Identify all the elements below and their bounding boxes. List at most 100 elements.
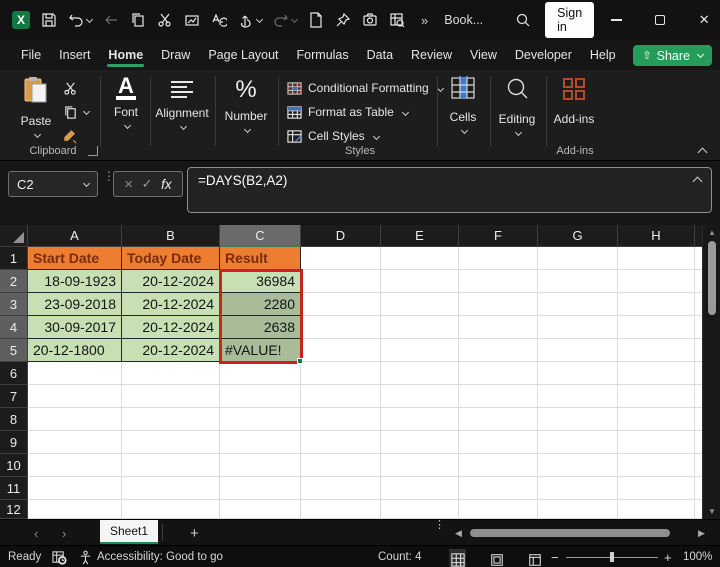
cell-A11[interactable]	[28, 477, 122, 500]
minimize-button[interactable]	[594, 0, 638, 40]
cell-E6[interactable]	[381, 362, 459, 385]
pin-icon[interactable]	[334, 12, 351, 29]
cell-C12[interactable]	[220, 500, 301, 519]
format-painter-button[interactable]	[62, 128, 78, 144]
row-header-10[interactable]: 10	[0, 454, 28, 477]
next-sheet-icon[interactable]: ›	[62, 520, 66, 546]
cell-G4[interactable]	[538, 316, 618, 339]
cell-H10[interactable]	[618, 454, 695, 477]
cell-E3[interactable]	[381, 293, 459, 316]
cell-G10[interactable]	[538, 454, 618, 477]
scroll-down-icon[interactable]: ▼	[703, 507, 720, 516]
touch-mode-dropdown-chevron[interactable]	[255, 15, 264, 23]
name-box-dropdown-chevron[interactable]	[82, 179, 91, 187]
cell-D10[interactable]	[301, 454, 381, 477]
formula-input[interactable]: =DAYS(B2,A2)	[187, 167, 712, 213]
cell-D2[interactable]	[301, 270, 381, 293]
cell-A3[interactable]: 23-09-2018	[28, 293, 122, 316]
cell-H5[interactable]	[618, 339, 695, 362]
column-header-A[interactable]: A	[28, 225, 122, 247]
row-header-2[interactable]: 2	[0, 270, 28, 293]
cell-E10[interactable]	[381, 454, 459, 477]
cell-H3[interactable]	[618, 293, 695, 316]
cell-D8[interactable]	[301, 408, 381, 431]
clipboard-dialog-launcher[interactable]	[88, 146, 98, 156]
accessibility-icon[interactable]	[78, 546, 93, 567]
ribbon-collapse-chevron[interactable]	[697, 147, 708, 158]
page-break-view-button[interactable]	[526, 549, 543, 567]
qat-overflow-icon[interactable]: »	[421, 13, 428, 28]
redo-dropdown-chevron[interactable]	[290, 15, 299, 23]
cell-E2[interactable]	[381, 270, 459, 293]
ribbon-tab-insert[interactable]: Insert	[50, 42, 99, 69]
addins-button[interactable]: Add-ins	[548, 76, 600, 126]
column-header-C[interactable]: C	[220, 225, 301, 247]
row-header-4[interactable]: 4	[0, 316, 28, 339]
cell-D9[interactable]	[301, 431, 381, 454]
cell-A6[interactable]	[28, 362, 122, 385]
cell-G8[interactable]	[538, 408, 618, 431]
cell-B1[interactable]: Today Date	[122, 247, 220, 270]
zoom-slider-thumb[interactable]	[610, 552, 614, 562]
cell-E8[interactable]	[381, 408, 459, 431]
column-header-E[interactable]: E	[381, 225, 459, 247]
cell-F8[interactable]	[459, 408, 538, 431]
cells-group-button[interactable]: Cells	[440, 76, 486, 135]
row-header-8[interactable]: 8	[0, 408, 28, 431]
cell-C1[interactable]: Result	[220, 247, 301, 270]
cell-H12[interactable]	[618, 500, 695, 519]
cell-A2[interactable]: 18-09-1923	[28, 270, 122, 293]
macro-record-icon[interactable]	[52, 546, 67, 567]
cell-D5[interactable]	[301, 339, 381, 362]
maximize-button[interactable]	[638, 0, 682, 40]
cell-C7[interactable]	[220, 385, 301, 408]
ribbon-tab-developer[interactable]: Developer	[506, 42, 581, 69]
cell-H8[interactable]	[618, 408, 695, 431]
camera-icon[interactable]	[361, 12, 378, 29]
cell-D1[interactable]	[301, 247, 381, 270]
cell-B7[interactable]	[122, 385, 220, 408]
row-header-1[interactable]: 1	[0, 247, 28, 270]
cell-F2[interactable]	[459, 270, 538, 293]
cell-B9[interactable]	[122, 431, 220, 454]
cell-F1[interactable]	[459, 247, 538, 270]
cell-E5[interactable]	[381, 339, 459, 362]
formula-bar-collapse-chevron[interactable]	[692, 176, 703, 187]
cell-B8[interactable]	[122, 408, 220, 431]
cell-C10[interactable]	[220, 454, 301, 477]
insert-function-icon[interactable]: fx	[161, 177, 172, 192]
cell-B5[interactable]: 20-12-2024	[122, 339, 220, 362]
cell-H2[interactable]	[618, 270, 695, 293]
format-as-table-button[interactable]: Format as Table	[286, 104, 409, 120]
vertical-scrollbar[interactable]: ▲ ▼	[702, 225, 720, 519]
ribbon-tab-home[interactable]: Home	[99, 42, 152, 69]
redo-button[interactable]	[272, 12, 299, 29]
cell-G3[interactable]	[538, 293, 618, 316]
cell-H11[interactable]	[618, 477, 695, 500]
cell-G7[interactable]	[538, 385, 618, 408]
cell-E11[interactable]	[381, 477, 459, 500]
cell-G5[interactable]	[538, 339, 618, 362]
cell-E12[interactable]	[381, 500, 459, 519]
cell-C11[interactable]	[220, 477, 301, 500]
cell-B2[interactable]: 20-12-2024	[122, 270, 220, 293]
cell-B3[interactable]: 20-12-2024	[122, 293, 220, 316]
cell-G9[interactable]	[538, 431, 618, 454]
copy-icon[interactable]	[129, 12, 146, 29]
touch-mode-button[interactable]	[237, 12, 264, 29]
cell-H9[interactable]	[618, 431, 695, 454]
cell-C5[interactable]: #VALUE!	[220, 339, 301, 362]
cell-F3[interactable]	[459, 293, 538, 316]
cell-H7[interactable]	[618, 385, 695, 408]
number-group-button[interactable]: % Number	[217, 76, 275, 134]
cell-D3[interactable]	[301, 293, 381, 316]
paste-button[interactable]: Paste	[14, 76, 58, 139]
cell-F4[interactable]	[459, 316, 538, 339]
cell-E1[interactable]	[381, 247, 459, 270]
sheet-tab-sheet1[interactable]: Sheet1	[100, 520, 159, 544]
cell-A1[interactable]: Start Date	[28, 247, 122, 270]
row-header-5[interactable]: 5	[0, 339, 28, 362]
picture-icon[interactable]	[183, 12, 200, 29]
copy-dropdown-chevron[interactable]	[82, 107, 91, 115]
cell-H1[interactable]	[618, 247, 695, 270]
